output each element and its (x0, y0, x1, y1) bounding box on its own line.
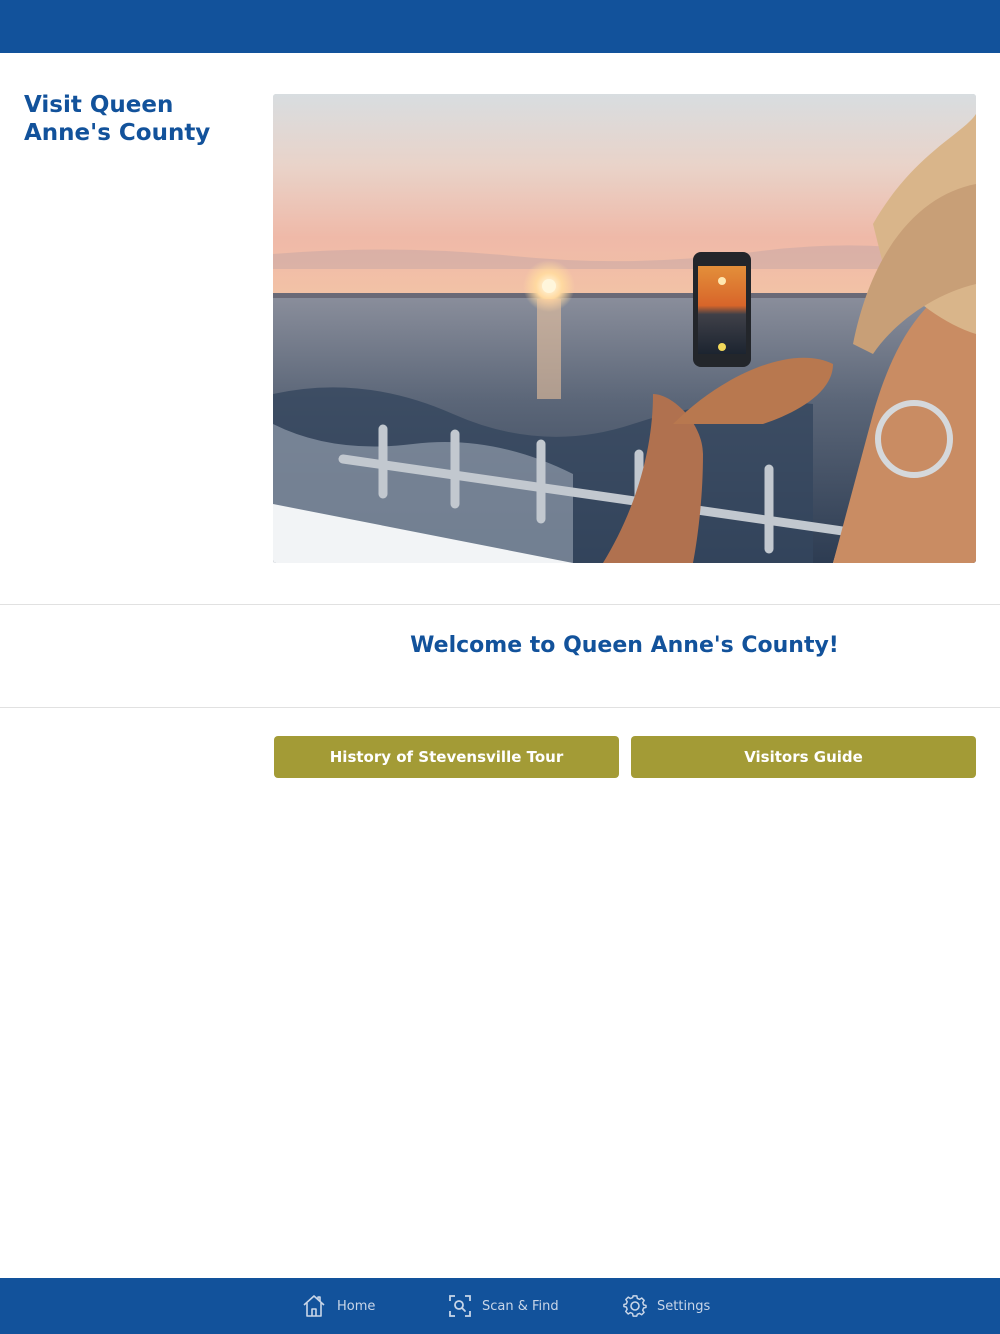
scan-icon (448, 1294, 472, 1318)
tab-home[interactable]: Home (301, 1278, 375, 1334)
welcome-heading: Welcome to Queen Anne's County! (410, 633, 839, 658)
divider-top (0, 604, 1000, 605)
tab-settings-label: Settings (657, 1298, 711, 1314)
tab-settings[interactable]: Settings (623, 1278, 710, 1334)
hero-image (273, 94, 976, 563)
history-tour-button[interactable]: History of Stevensville Tour (274, 736, 619, 778)
gear-icon (623, 1294, 647, 1318)
visitors-guide-button[interactable]: Visitors Guide (631, 736, 976, 778)
tab-home-label: Home (337, 1298, 376, 1314)
home-icon (301, 1293, 327, 1319)
tab-bar: Home Scan & Find Settings (0, 1278, 1000, 1334)
divider-bottom (0, 707, 1000, 708)
top-bar (0, 0, 1000, 53)
tab-scan-label: Scan & Find (482, 1298, 559, 1314)
tab-scan-find[interactable]: Scan & Find (448, 1278, 559, 1334)
site-title: Visit Queen Anne's County (24, 92, 211, 146)
